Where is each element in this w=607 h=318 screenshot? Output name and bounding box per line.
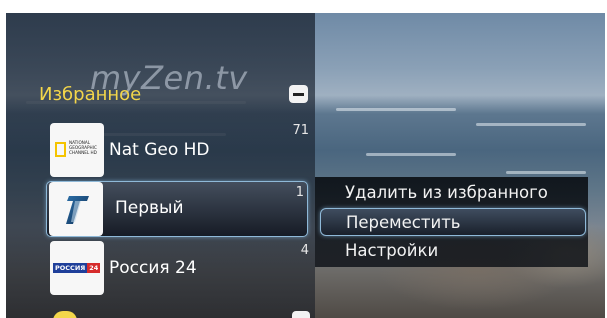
favorites-panel: myZen.tv Избранное NATIONAL GEOGRAPHIC C… <box>6 13 315 318</box>
channel-number: 1 <box>295 185 304 200</box>
channel-row-natgeo[interactable]: NATIONAL GEOGRAPHIC CHANNEL HD Nat Geo H… <box>47 123 309 177</box>
menu-item-remove-favorite[interactable]: Удалить из избранного <box>320 179 586 207</box>
context-menu: Удалить из избранного Переместить Настро… <box>315 177 588 267</box>
background-wave <box>366 153 456 156</box>
tv-screen: myZen.tv Избранное NATIONAL GEOGRAPHIC C… <box>6 13 605 318</box>
minus-icon[interactable] <box>289 85 308 103</box>
background-wave <box>506 171 586 174</box>
channel-name: Первый <box>115 198 184 218</box>
channel-row-perviy[interactable]: Первый 1 <box>46 181 308 237</box>
favorites-title: Избранное <box>39 84 142 105</box>
next-section-title <box>53 311 77 318</box>
perviy-logo <box>49 182 103 236</box>
menu-item-move[interactable]: Переместить <box>320 208 586 236</box>
background-wave <box>476 123 586 126</box>
channel-number: 71 <box>292 123 309 138</box>
channel-number: 4 <box>300 243 309 258</box>
channel-row-rossiya24[interactable]: РОССИЯ 24 Россия 24 4 <box>47 241 309 295</box>
channel-name: Россия 24 <box>109 258 197 278</box>
next-section-toggle-icon[interactable] <box>292 311 310 318</box>
natgeo-logo-text: NATIONAL GEOGRAPHIC CHANNEL HD <box>69 140 97 155</box>
background-wave <box>336 108 456 111</box>
perviy-one-icon <box>66 196 89 224</box>
rossiya24-logo-number: 24 <box>87 263 101 273</box>
channel-name: Nat Geo HD <box>109 140 210 160</box>
rossiya24-logo-text: РОССИЯ <box>53 263 88 273</box>
natgeo-frame-icon <box>55 142 66 157</box>
natgeo-logo: NATIONAL GEOGRAPHIC CHANNEL HD <box>50 123 104 177</box>
rossiya24-badge: РОССИЯ 24 <box>53 263 101 273</box>
menu-item-settings[interactable]: Настройки <box>320 237 586 265</box>
rossiya24-logo: РОССИЯ 24 <box>50 241 104 295</box>
